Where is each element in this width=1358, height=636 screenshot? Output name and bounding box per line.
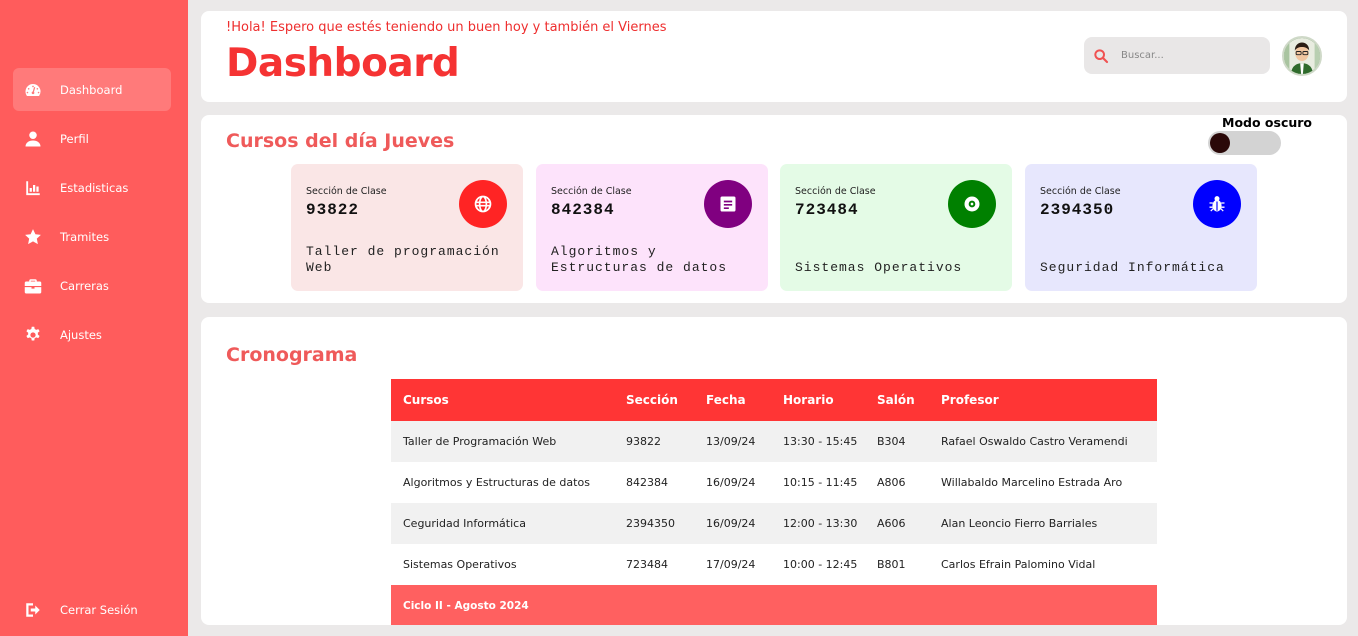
table-cell: 2394350 <box>614 503 694 544</box>
table-cell: Sistemas Operativos <box>391 544 614 585</box>
sidebar-item-carreras[interactable]: Carreras <box>13 264 171 307</box>
dark-mode-label: Modo oscuro <box>1222 115 1313 130</box>
star-icon <box>24 228 42 246</box>
course-card[interactable]: Sección de Clase 93822 Taller de program… <box>291 164 523 291</box>
section-number: 842384 <box>551 201 615 219</box>
table-cell: 10:15 - 11:45 <box>771 462 865 503</box>
logout-label: Cerrar Sesión <box>60 602 138 617</box>
sidebar-item-estadisticas[interactable]: Estadisticas <box>13 166 171 209</box>
course-name: Taller de programación Web <box>306 244 500 275</box>
dark-mode-toggle[interactable] <box>1208 131 1281 155</box>
header-card: !Hola! Espero que estés teniendo un buen… <box>201 11 1347 102</box>
schedule-title: Cronograma <box>226 344 358 366</box>
briefcase-icon <box>24 277 42 295</box>
sidebar: Dashboard Perfil Estadisticas Tramites C… <box>0 0 188 636</box>
course-name: Seguridad Informática <box>1040 260 1225 275</box>
course-card[interactable]: Sección de Clase 2394350 Seguridad Infor… <box>1025 164 1257 291</box>
course-name: Sistemas Operativos <box>795 260 963 275</box>
section-label: Sección de Clase <box>1040 186 1121 197</box>
table-cell: Ceguridad Informática <box>391 503 614 544</box>
table-header-row: Cursos Sección Fecha Horario Salón Profe… <box>391 379 1157 421</box>
page-title: Dashboard <box>226 41 460 86</box>
section-number: 2394350 <box>1040 201 1115 219</box>
logout-button[interactable]: Cerrar Sesión <box>13 588 171 631</box>
section-label: Sección de Clase <box>551 186 632 197</box>
section-number: 723484 <box>795 201 859 219</box>
sidebar-item-label: Carreras <box>60 278 109 293</box>
table-cell: 17/09/24 <box>694 544 771 585</box>
course-card[interactable]: Sección de Clase 842384 Algoritmos y Est… <box>536 164 768 291</box>
sidebar-item-label: Tramites <box>60 229 110 244</box>
section-number: 93822 <box>306 201 360 219</box>
greeting-text: !Hola! Espero que estés teniendo un buen… <box>226 20 667 35</box>
table-cell: Rafael Oswaldo Castro Veramendi <box>929 421 1157 462</box>
table-footer-row: Ciclo II - Agosto 2024 <box>391 585 1157 625</box>
column-header: Horario <box>771 379 865 421</box>
search-input[interactable] <box>1121 50 1261 61</box>
table-cell: A806 <box>865 462 929 503</box>
sidebar-item-perfil[interactable]: Perfil <box>13 117 171 160</box>
user-icon <box>24 130 42 148</box>
table-cell: 842384 <box>614 462 694 503</box>
gear-icon <box>24 326 42 344</box>
gauge-icon <box>24 81 42 99</box>
table-cell: 13:30 - 15:45 <box>771 421 865 462</box>
courses-card: Cursos del día Jueves Modo oscuro Secció… <box>201 115 1347 303</box>
table-cell: 12:00 - 13:30 <box>771 503 865 544</box>
sidebar-item-dashboard[interactable]: Dashboard <box>13 68 171 111</box>
course-card[interactable]: Sección de Clase 723484 Sistemas Operati… <box>780 164 1012 291</box>
course-name: Algoritmos y Estructuras de datos <box>551 244 728 275</box>
table-cell: A606 <box>865 503 929 544</box>
table-cell: 723484 <box>614 544 694 585</box>
sidebar-item-tramites[interactable]: Tramites <box>13 215 171 258</box>
table-cell: Alan Leoncio Fierro Barriales <box>929 503 1157 544</box>
section-label: Sección de Clase <box>306 186 387 197</box>
sidebar-item-label: Estadisticas <box>60 180 129 195</box>
column-header: Fecha <box>694 379 771 421</box>
table-cell: B304 <box>865 421 929 462</box>
table-row: Ceguridad Informática 2394350 16/09/24 1… <box>391 503 1157 544</box>
table-row: Taller de Programación Web 93822 13/09/2… <box>391 421 1157 462</box>
search-icon <box>1093 48 1109 64</box>
disc-icon <box>948 180 996 228</box>
sidebar-item-ajustes[interactable]: Ajustes <box>13 313 171 356</box>
table-cell: Willabaldo Marcelino Estrada Aro <box>929 462 1157 503</box>
schedule-card: Cronograma Cursos Sección Fecha Horario … <box>201 317 1347 625</box>
avatar[interactable] <box>1282 36 1322 76</box>
table-row: Sistemas Operativos 723484 17/09/24 10:0… <box>391 544 1157 585</box>
document-icon <box>704 180 752 228</box>
column-header: Salón <box>865 379 929 421</box>
courses-title: Cursos del día Jueves <box>226 130 455 152</box>
table-cell: B801 <box>865 544 929 585</box>
bar-chart-icon <box>24 179 42 197</box>
table-cell: Taller de Programación Web <box>391 421 614 462</box>
table-cell: 93822 <box>614 421 694 462</box>
table-cell: 16/09/24 <box>694 503 771 544</box>
logout-icon <box>24 601 42 619</box>
schedule-table: Cursos Sección Fecha Horario Salón Profe… <box>391 379 1157 625</box>
table-cell: Carlos Efrain Palomino Vidal <box>929 544 1157 585</box>
section-label: Sección de Clase <box>795 186 876 197</box>
search-box[interactable] <box>1084 37 1270 74</box>
sidebar-item-label: Dashboard <box>60 82 123 97</box>
sidebar-item-label: Perfil <box>60 131 89 146</box>
table-row: Algoritmos y Estructuras de datos 842384… <box>391 462 1157 503</box>
table-cell: Algoritmos y Estructuras de datos <box>391 462 614 503</box>
toggle-knob <box>1210 133 1230 153</box>
globe-icon <box>459 180 507 228</box>
table-cell: 16/09/24 <box>694 462 771 503</box>
bug-icon <box>1193 180 1241 228</box>
table-cell: 13/09/24 <box>694 421 771 462</box>
column-header: Sección <box>614 379 694 421</box>
table-footer: Ciclo II - Agosto 2024 <box>391 585 1157 625</box>
column-header: Cursos <box>391 379 614 421</box>
table-cell: 10:00 - 12:45 <box>771 544 865 585</box>
sidebar-item-label: Ajustes <box>60 327 102 342</box>
column-header: Profesor <box>929 379 1157 421</box>
